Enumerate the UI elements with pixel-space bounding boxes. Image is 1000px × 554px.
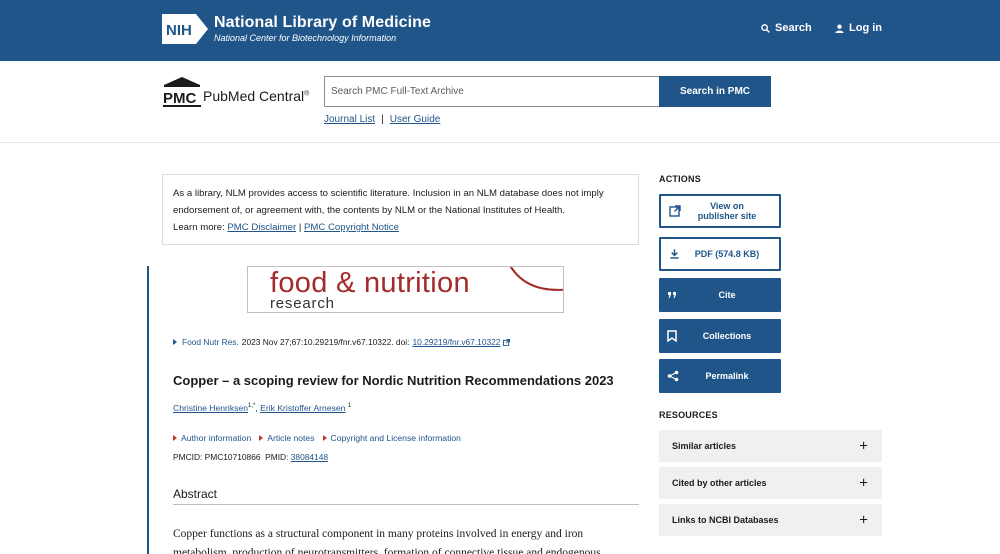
author-affiliation-sup: 1	[347, 403, 352, 410]
journal-logo-line2: research	[270, 295, 335, 312]
author-information-toggle[interactable]: Author information	[173, 433, 251, 443]
abstract-text: Copper functions as a structural compone…	[173, 528, 601, 554]
learn-more-label: Learn more:	[173, 222, 225, 233]
plus-icon: +	[859, 437, 868, 455]
collections-label: Collections	[702, 331, 752, 341]
login-button[interactable]: Log in	[835, 22, 882, 34]
nih-title[interactable]: National Library of Medicine	[214, 14, 431, 32]
external-link-icon	[669, 205, 681, 217]
article-title: Copper – a scoping review for Nordic Nut…	[173, 373, 614, 388]
pmc-disclaimer-link[interactable]: PMC Disclaimer	[227, 222, 296, 233]
view-publisher-line2: publisher site	[697, 211, 757, 221]
pmid-link[interactable]: 38084148	[291, 452, 328, 462]
bookmark-icon	[667, 330, 677, 342]
resource-ncbi-links[interactable]: Links to NCBI Databases +	[659, 504, 882, 536]
view-publisher-line1: View on	[710, 201, 744, 211]
nlm-disclaimer: As a library, NLM provides access to sci…	[162, 174, 639, 245]
quote-icon	[668, 292, 676, 298]
header-search-label: Search	[775, 22, 812, 34]
actions-heading: ACTIONS	[659, 174, 701, 184]
resource-label: Links to NCBI Databases	[672, 515, 779, 525]
journal-logo-banner[interactable]: food & nutrition research	[247, 266, 564, 313]
disclaimer-text: As a library, NLM provides access to sci…	[173, 188, 604, 216]
pmc-name[interactable]: PubMed Central®	[203, 88, 309, 104]
login-label: Log in	[849, 22, 882, 34]
view-on-publisher-button[interactable]: View on publisher site	[659, 194, 781, 228]
resource-similar-articles[interactable]: Similar articles +	[659, 430, 882, 462]
svg-text:PMC: PMC	[163, 90, 197, 107]
plus-icon: +	[859, 474, 868, 492]
copyright-info-toggle[interactable]: Copyright and License information	[322, 433, 461, 443]
resource-label: Cited by other articles	[672, 478, 767, 488]
article-info-links: Author information Article notes Copyrig…	[173, 433, 461, 443]
svg-text:NIH: NIH	[166, 22, 192, 39]
journal-logo-arc-icon	[509, 267, 563, 291]
user-icon	[835, 24, 844, 33]
author-link[interactable]: Erik Kristoffer Arnesen	[260, 403, 345, 413]
pmid-label: PMID:	[265, 452, 289, 462]
abstract-heading: Abstract	[173, 487, 218, 501]
user-guide-link[interactable]: User Guide	[390, 114, 441, 125]
pmcid-label: PMCID: PMC10710866	[173, 452, 261, 462]
article-ids: PMCID: PMC10710866 PMID: 38084148	[173, 452, 328, 462]
share-icon	[667, 370, 679, 382]
author-link[interactable]: Christine Henriksen	[173, 403, 248, 413]
expand-triangle-icon	[173, 339, 177, 345]
permalink-button[interactable]: Permalink	[659, 359, 781, 393]
sub-nav-separator: |	[381, 114, 384, 125]
expand-triangle-icon	[259, 435, 264, 441]
collections-button[interactable]: Collections	[659, 319, 781, 353]
disclaimer-separator: |	[298, 222, 302, 233]
citation-line: Food Nutr Res. 2023 Nov 27;67:10.29219/f…	[173, 337, 511, 347]
article-notes-toggle[interactable]: Article notes	[259, 433, 315, 443]
plus-icon: +	[859, 511, 868, 529]
header-search-button[interactable]: Search	[761, 22, 812, 34]
journal-list-link[interactable]: Journal List	[324, 114, 375, 125]
nih-logo-icon[interactable]: NIH	[162, 14, 208, 44]
expand-triangle-icon	[173, 435, 177, 441]
abstract-divider	[173, 504, 639, 505]
pmc-logo-icon[interactable]: PMC	[162, 76, 206, 108]
doi-link[interactable]: 10.29219/fnr.v67.10322	[412, 337, 500, 347]
author-separator: ,	[255, 403, 258, 413]
expand-triangle-icon	[322, 435, 327, 441]
journal-name-link[interactable]: Food Nutr Res.	[182, 337, 239, 347]
pmc-copyright-link[interactable]: PMC Copyright Notice	[304, 222, 399, 233]
pmc-header: PMC PubMed Central® Search in PMC Journa…	[0, 61, 1000, 143]
search-in-pmc-button[interactable]: Search in PMC	[659, 76, 771, 107]
search-icon	[761, 23, 770, 33]
cite-button[interactable]: Cite	[659, 278, 781, 312]
resource-label: Similar articles	[672, 441, 737, 451]
resource-cited-by[interactable]: Cited by other articles +	[659, 467, 882, 499]
nih-banner: NIH National Library of Medicine Nationa…	[0, 0, 1000, 61]
citation-details: 2023 Nov 27;67:10.29219/fnr.v67.10322. d…	[241, 337, 410, 347]
external-link-icon	[503, 338, 511, 346]
pmc-sub-nav: Journal List | User Guide	[324, 114, 440, 125]
article-left-rule	[147, 266, 149, 554]
download-icon	[670, 249, 679, 259]
resources-heading: RESOURCES	[659, 410, 718, 420]
pdf-download-button[interactable]: PDF (574.8 KB)	[659, 237, 781, 271]
pmc-search-input[interactable]	[324, 76, 660, 107]
cite-label: Cite	[718, 290, 736, 300]
author-list: Christine Henriksen1,*, Erik Kristoffer …	[173, 403, 351, 413]
nih-subtitle: National Center for Biotechnology Inform…	[214, 33, 397, 43]
